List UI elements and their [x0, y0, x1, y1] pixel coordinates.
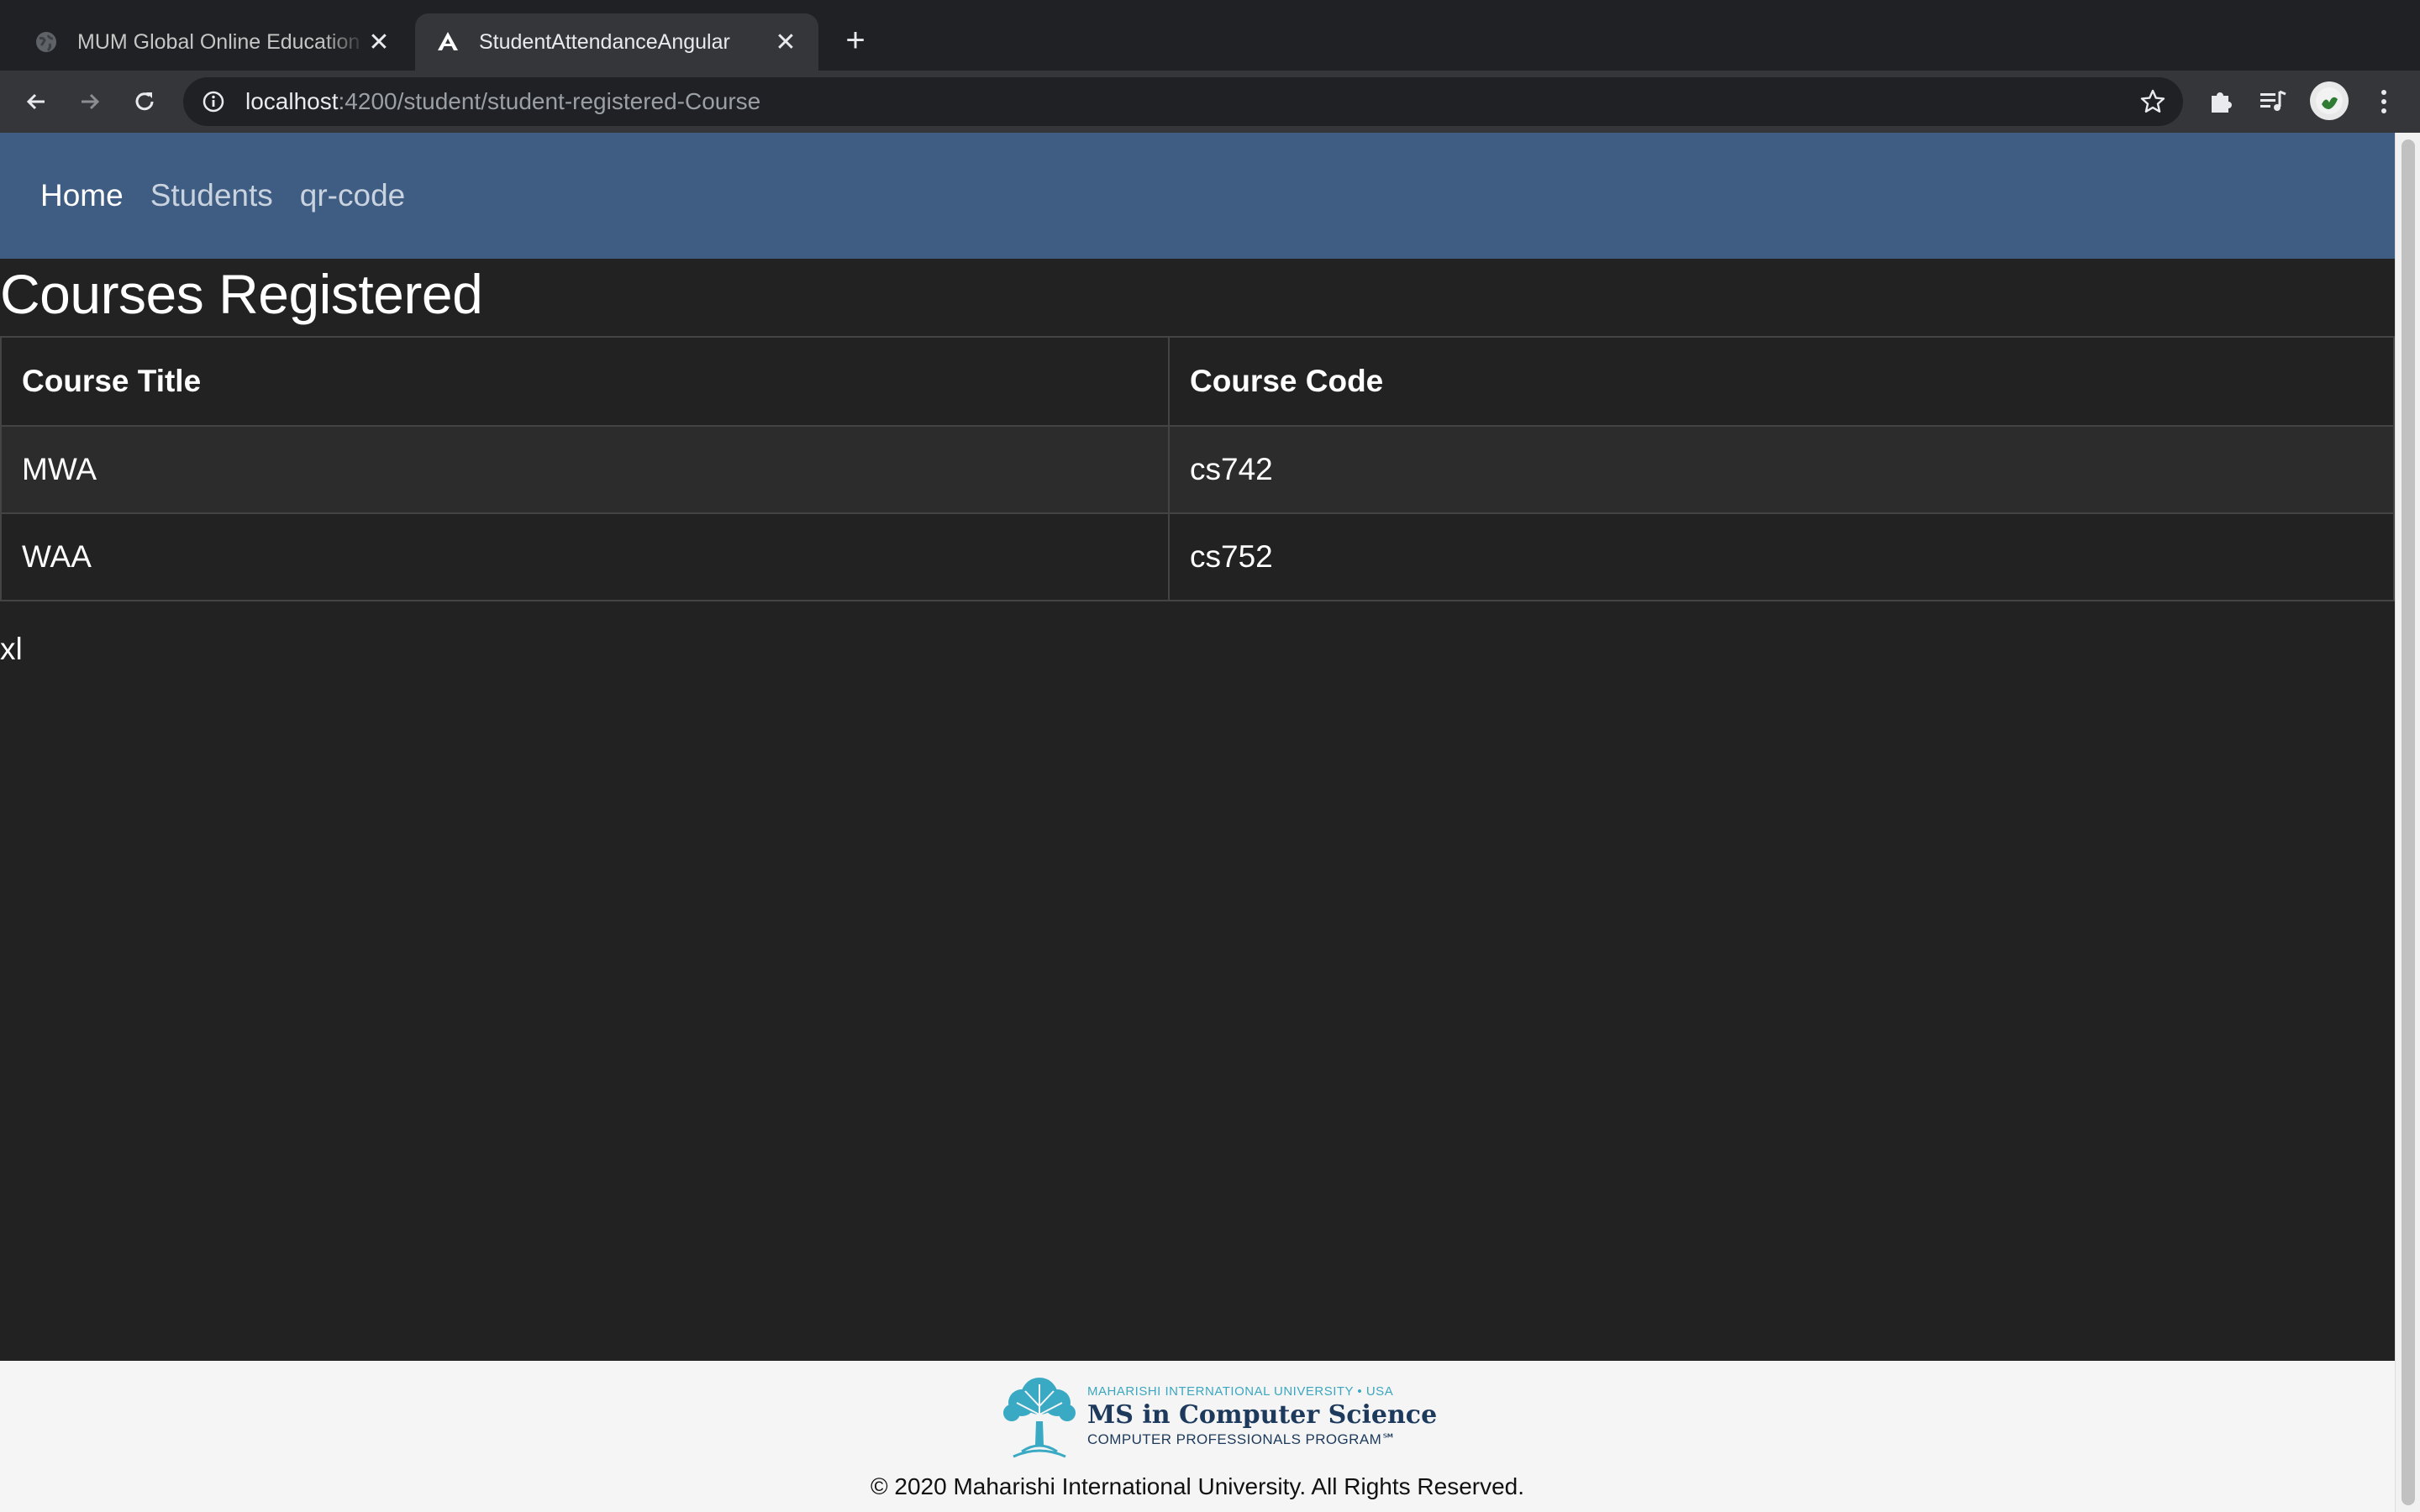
bookmark-star-icon[interactable] [2138, 87, 2168, 117]
page-footer: MAHARISHI INTERNATIONAL UNIVERSITY • USA… [0, 1361, 2395, 1512]
table-row: MWA cs742 [0, 425, 2395, 514]
site-info-icon[interactable] [200, 88, 227, 115]
globe-icon [34, 29, 59, 55]
close-tab-icon[interactable]: ✕ [773, 29, 798, 56]
tree-logo-icon [1003, 1378, 1076, 1458]
reload-button[interactable] [124, 81, 166, 123]
profile-avatar-icon [2316, 87, 2343, 114]
forward-button[interactable] [69, 81, 111, 123]
logo-university-line: MAHARISHI INTERNATIONAL UNIVERSITY • USA [1087, 1384, 1394, 1399]
course-code-cell: cs742 [1168, 425, 2395, 514]
angular-icon [435, 29, 460, 55]
back-arrow-icon [26, 93, 45, 110]
tab-title: MUM Global Online Education [77, 29, 360, 54]
forward-arrow-icon [82, 93, 100, 110]
page-scrollbar[interactable] [2395, 133, 2420, 1512]
nav-link-home[interactable]: Home [40, 178, 124, 213]
table-header-row: Course Title Course Code [0, 336, 2395, 427]
browser-window: MUM Global Online Education ✕ StudentAtt… [0, 0, 2420, 1512]
logo-program-title: MS in Computer Science [1087, 1400, 1438, 1430]
column-header-course-title: Course Title [0, 336, 1170, 427]
reload-icon [135, 92, 154, 111]
tab-title: StudentAttendanceAngular [479, 29, 730, 54]
course-title-cell: MWA [0, 425, 1170, 514]
new-tab-button[interactable]: + [839, 22, 872, 59]
scrollbar-thumb[interactable] [2402, 139, 2415, 1505]
profile-avatar[interactable] [2310, 81, 2349, 120]
url-text: localhost:4200/student/student-registere… [245, 88, 761, 114]
course-title-cell: WAA [0, 512, 1170, 601]
page-title: Courses Registered [0, 263, 483, 325]
browser-toolbar: localhost:4200/student/student-registere… [0, 71, 2420, 133]
app-navbar: Home Students qr-code [0, 133, 2395, 259]
university-logo: MAHARISHI INTERNATIONAL UNIVERSITY • USA… [997, 1373, 1437, 1460]
browser-menu-icon[interactable] [2365, 82, 2403, 121]
tab-student-attendance[interactable]: StudentAttendanceAngular ✕ [415, 13, 818, 71]
tab-strip: MUM Global Online Education ✕ StudentAtt… [0, 0, 2420, 71]
table-row: WAA cs752 [0, 512, 2395, 601]
address-bar[interactable]: localhost:4200/student/student-registere… [183, 77, 2183, 126]
course-code-cell: cs752 [1168, 512, 2395, 601]
page-viewport: Home Students qr-code Courses Registered… [0, 133, 2395, 1512]
media-queue-icon[interactable] [2254, 82, 2292, 121]
copyright-text: © 2020 Maharishi International Universit… [870, 1473, 1525, 1499]
extensions-puzzle-icon[interactable] [2202, 82, 2240, 121]
nav-link-qr-code[interactable]: qr-code [300, 178, 405, 213]
tab-mum-global[interactable]: MUM Global Online Education ✕ [13, 13, 412, 71]
column-header-course-code: Course Code [1168, 336, 2395, 427]
close-tab-icon[interactable]: ✕ [366, 29, 392, 56]
logo-program-subtitle: COMPUTER PROFESSIONALS PROGRAM℠ [1087, 1431, 1397, 1447]
breakpoint-label: xl [0, 632, 23, 666]
back-button[interactable] [15, 81, 57, 123]
courses-table: Course Title Course Code MWA cs742 WAA c… [0, 336, 2395, 601]
nav-link-students[interactable]: Students [150, 178, 273, 213]
